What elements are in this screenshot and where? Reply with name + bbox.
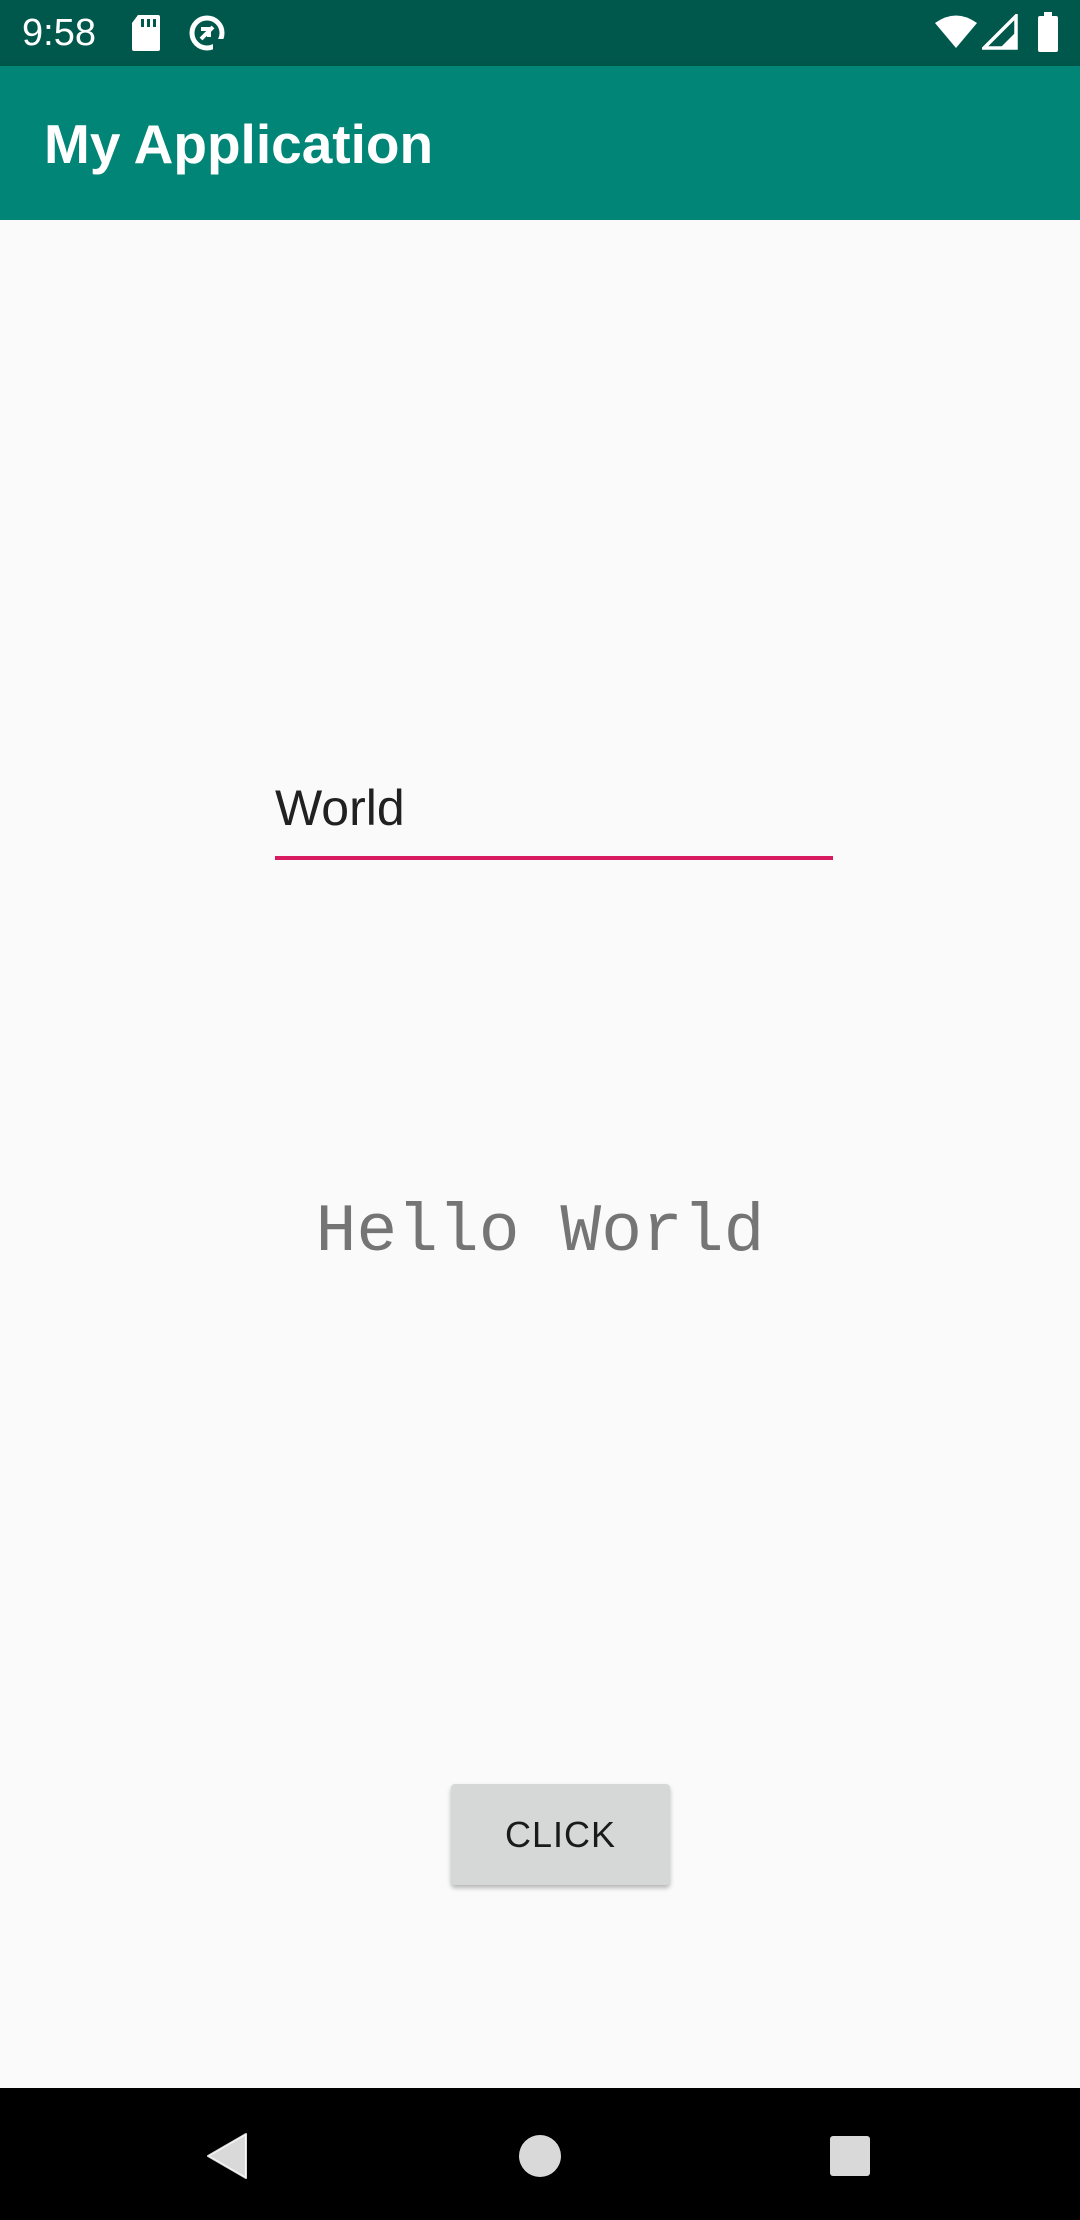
status-time: 9:58 — [22, 12, 96, 54]
signal-icon — [979, 11, 1018, 55]
recents-icon[interactable] — [820, 2126, 880, 2186]
name-input[interactable] — [275, 760, 833, 860]
greeting-text: Hello World — [315, 1194, 765, 1271]
back-icon[interactable] — [196, 2126, 256, 2186]
wifi-icon — [934, 14, 978, 55]
app-bar: My Application — [0, 66, 1080, 220]
home-icon[interactable] — [510, 2126, 570, 2186]
status-bar: 9:58 — [0, 0, 1080, 66]
data-saver-icon — [187, 13, 227, 58]
click-button[interactable]: CLICK — [451, 1784, 670, 1885]
battery-icon — [1037, 12, 1059, 57]
navigation-bar — [0, 2088, 1080, 2220]
sd-card-icon — [130, 13, 162, 58]
app-title: My Application — [44, 113, 434, 175]
main-content: Hello World CLICK — [0, 220, 1080, 2088]
